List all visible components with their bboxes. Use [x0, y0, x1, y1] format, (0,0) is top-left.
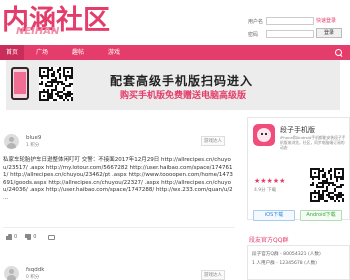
rating-text: 4.9分 下载 — [254, 188, 277, 193]
qq-group-title: 段友官方QQ群 — [249, 237, 289, 244]
logo-subtitle: NEIHAN — [16, 26, 60, 37]
thumbs-up-icon[interactable] — [6, 234, 12, 240]
nav-item-games[interactable]: 游戏 — [96, 45, 132, 60]
post-body: 私家车轮胎护车日逊整体闲叮叮 交警：不接面2017年12月29日 http://… — [3, 157, 233, 201]
password-label: 密码 — [248, 31, 259, 38]
post-username[interactable]: blue9 — [26, 135, 41, 141]
app-icon[interactable] — [253, 124, 275, 146]
login-button[interactable]: 登录 — [316, 28, 342, 38]
rating-stars: ★★★★★ — [254, 177, 286, 185]
comment-icon[interactable] — [48, 234, 56, 240]
like-count: 0 — [14, 234, 18, 240]
nav-item-home[interactable]: 首页 — [0, 45, 24, 60]
post-user-grade: 游戏达人 — [201, 270, 225, 280]
qq-group-line[interactable]: 1 人用户群 - 12345678 (人数) — [252, 260, 317, 266]
post-username[interactable]: fsqddk — [26, 267, 44, 273]
phone-icon — [11, 67, 29, 100]
app-description: iPhone和Android手机都能安装段子手机版来浏览，社区，同步电脑端订阅的… — [280, 135, 346, 151]
avatar[interactable] — [4, 266, 19, 280]
post-card: blue9 1 积分 游戏达人 私家车轮胎护车日逊整体闲叮叮 交警：不接面201… — [0, 122, 236, 250]
password-input[interactable] — [266, 30, 314, 38]
sidebar: 段子手机版 iPhone和Android手机都能安装段子手机版来浏览，社区，同步… — [247, 117, 350, 280]
app-download-box: 段子手机版 iPhone和Android手机都能安装段子手机版来浏览，社区，同步… — [247, 117, 350, 221]
qq-group-line[interactable]: 段子官方Q群 - 80054321 (人数) — [252, 251, 321, 257]
nav-item-square[interactable]: 广场 — [24, 45, 60, 60]
username-row: 用户名 — [248, 15, 314, 27]
qr-code-icon — [39, 67, 73, 101]
banner-title: 配套高级手机版扫码进入 — [110, 74, 254, 88]
post-card: fsqddk 0 积分 游戏达人 — [0, 262, 236, 280]
ios-download-button[interactable]: iOS下载 — [253, 210, 295, 221]
post-user-level: 0 积分 — [26, 275, 40, 280]
app-name[interactable]: 段子手机版 — [280, 125, 315, 135]
qq-group-box: 段子官方Q群 - 80054321 (人数) 1 人用户群 - 12345678… — [247, 245, 350, 280]
post-actions: 0 0 — [6, 234, 56, 240]
site-logo[interactable]: 内涵社区 NEIHAN — [2, 4, 112, 40]
divider — [3, 227, 235, 228]
site-header: 内涵社区 NEIHAN 用户名 密码 快速登录 登录 — [0, 0, 350, 42]
banner-subtitle: 购买手机版免费赠送电脑高级版 — [120, 91, 247, 101]
android-download-button[interactable]: Android下载 — [300, 210, 342, 221]
username-input[interactable] — [266, 17, 314, 25]
promo-banner[interactable]: 配套高级手机版扫码进入 购买手机版免费赠送电脑高级版 — [6, 60, 340, 110]
password-row: 密码 — [248, 28, 314, 40]
thumbs-down-icon[interactable] — [25, 234, 31, 240]
main-nav: 首页 广场 趣帖 游戏 — [0, 45, 350, 60]
avatar[interactable] — [4, 134, 19, 149]
dislike-count: 0 — [33, 234, 37, 240]
post-user-level: 1 积分 — [26, 143, 40, 148]
qr-code-icon — [310, 168, 344, 202]
quick-login-link[interactable]: 快速登录 — [316, 16, 342, 26]
username-label: 用户名 — [248, 18, 264, 25]
nav-item-fun-posts[interactable]: 趣帖 — [60, 45, 96, 60]
post-user-grade: 游戏达人 — [201, 136, 225, 146]
search-icon[interactable] — [334, 48, 344, 58]
